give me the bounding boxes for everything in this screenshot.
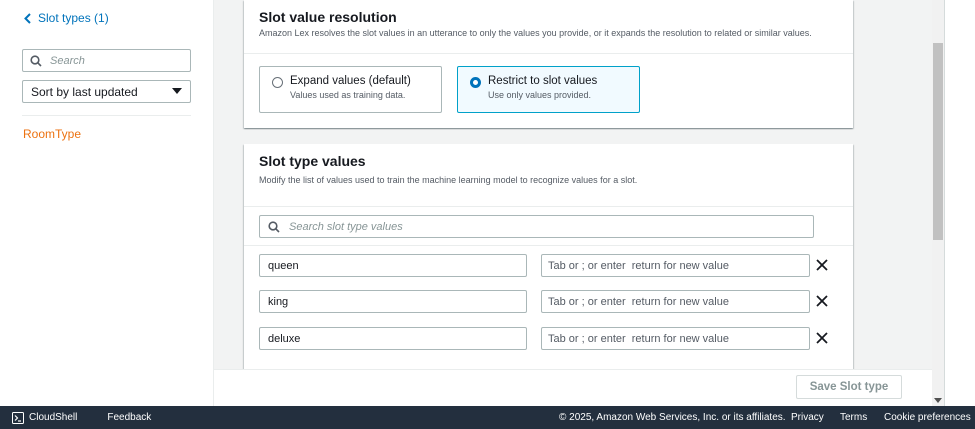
close-icon[interactable] bbox=[815, 294, 829, 308]
option-sublabel: Values used as training data. bbox=[290, 90, 406, 100]
main-content: Slot value resolution Amazon Lex resolve… bbox=[214, 0, 932, 369]
back-link-label: Slot types (1) bbox=[38, 11, 109, 25]
restrict-values-option[interactable]: Restrict to slot values Use only values … bbox=[457, 66, 640, 113]
slot-value-row bbox=[259, 254, 839, 277]
panel-title: Slot type values bbox=[259, 153, 366, 169]
slot-values-search-field[interactable] bbox=[259, 215, 814, 238]
slot-value-input[interactable] bbox=[259, 254, 527, 277]
slot-value-input[interactable] bbox=[259, 290, 527, 313]
slot-type-values-panel: Slot type values Modify the list of valu… bbox=[244, 144, 853, 369]
sidebar-item-roomtype[interactable]: RoomType bbox=[23, 127, 81, 141]
copyright-text: © 2025, Amazon Web Services, Inc. or its… bbox=[559, 412, 786, 423]
save-slot-type-button[interactable]: Save Slot type bbox=[796, 375, 902, 399]
slot-value-row bbox=[259, 290, 839, 313]
back-to-slot-types-link[interactable]: Slot types (1) bbox=[24, 11, 109, 25]
slot-value-row bbox=[259, 327, 839, 350]
cloudshell-label: CloudShell bbox=[29, 412, 78, 423]
scrollbar-thumb[interactable] bbox=[933, 43, 943, 240]
panel-description: Amazon Lex resolves the slot values in a… bbox=[259, 28, 812, 38]
close-icon[interactable] bbox=[815, 258, 829, 272]
chevron-left-icon bbox=[24, 12, 31, 24]
console-footer: CloudShell Feedback © 2025, Amazon Web S… bbox=[0, 406, 975, 429]
radio-button-selected[interactable] bbox=[470, 77, 481, 88]
sort-dropdown[interactable]: Sort by last updated bbox=[22, 80, 191, 103]
scroll-down-arrow-icon[interactable] bbox=[934, 398, 942, 404]
sidebar-search-input[interactable] bbox=[50, 54, 180, 67]
synonym-input[interactable] bbox=[541, 290, 810, 313]
panel-title: Slot value resolution bbox=[259, 9, 397, 25]
sidebar-search-field[interactable] bbox=[22, 49, 191, 72]
slot-values-search-input[interactable] bbox=[289, 220, 789, 233]
expand-values-option[interactable]: Expand values (default) Values used as t… bbox=[259, 66, 442, 113]
close-icon[interactable] bbox=[815, 331, 829, 345]
option-label: Restrict to slot values bbox=[488, 75, 598, 87]
option-label: Expand values (default) bbox=[290, 75, 411, 87]
caret-down-icon bbox=[172, 88, 182, 94]
synonym-input[interactable] bbox=[541, 254, 810, 277]
divider bbox=[244, 206, 853, 207]
privacy-link[interactable]: Privacy bbox=[791, 412, 824, 423]
divider bbox=[244, 245, 853, 246]
synonym-input[interactable] bbox=[541, 327, 810, 350]
sidebar-divider bbox=[22, 115, 191, 116]
slot-value-resolution-panel: Slot value resolution Amazon Lex resolve… bbox=[244, 0, 853, 128]
left-sidebar: Slot types (1) Sort by last updated Room… bbox=[0, 0, 214, 406]
sort-dropdown-label: Sort by last updated bbox=[31, 84, 138, 99]
slot-value-input[interactable] bbox=[259, 327, 527, 350]
right-panel-edge bbox=[944, 0, 975, 406]
vertical-scrollbar[interactable] bbox=[932, 0, 944, 406]
search-icon bbox=[268, 220, 280, 233]
cloudshell-button[interactable]: CloudShell bbox=[12, 411, 78, 424]
cookie-preferences-link[interactable]: Cookie preferences bbox=[884, 412, 971, 423]
cloudshell-icon bbox=[12, 411, 24, 424]
option-sublabel: Use only values provided. bbox=[488, 90, 592, 100]
panel-description: Modify the list of values used to train … bbox=[259, 175, 638, 185]
divider bbox=[244, 53, 853, 54]
terms-link[interactable]: Terms bbox=[840, 412, 867, 423]
feedback-link[interactable]: Feedback bbox=[107, 412, 151, 423]
bottom-action-bar: Save Slot type bbox=[214, 369, 932, 406]
search-icon bbox=[30, 54, 42, 67]
radio-button-unselected[interactable] bbox=[272, 77, 283, 88]
